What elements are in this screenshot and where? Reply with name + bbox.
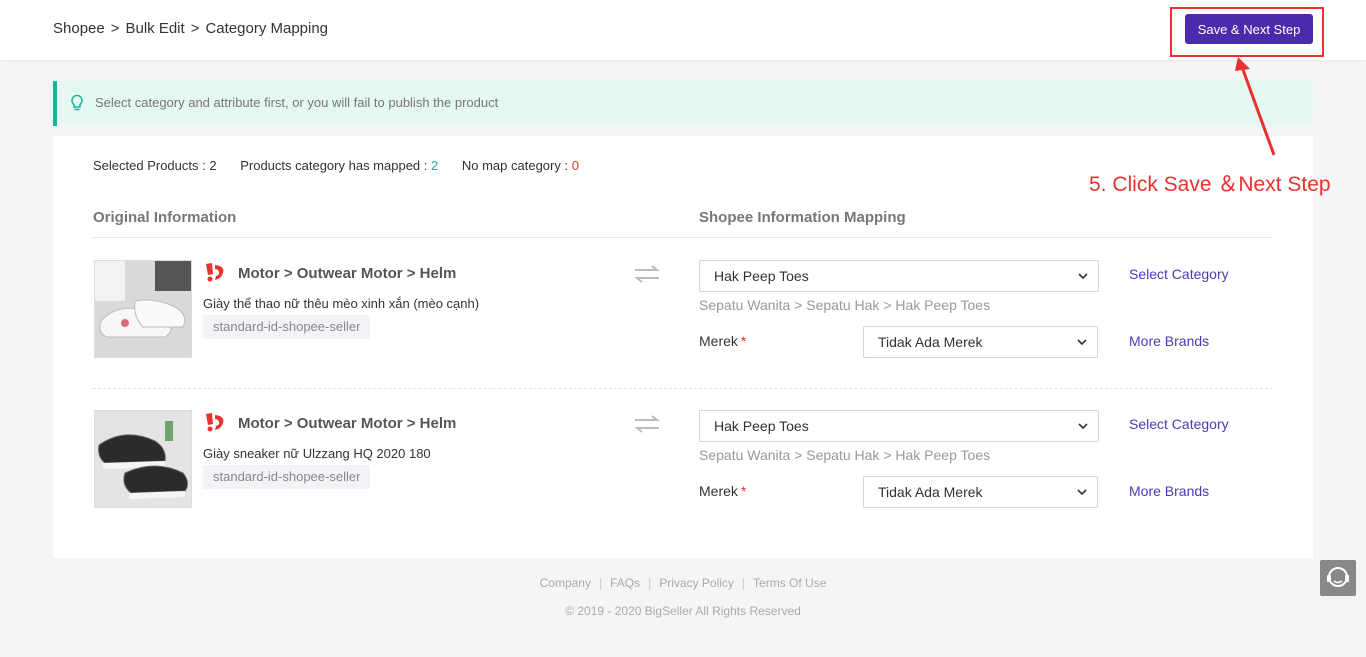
save-next-step-button[interactable]: Save & Next Step	[1185, 14, 1313, 44]
row-divider	[93, 388, 1273, 389]
breadcrumb: Shopee > Bulk Edit > Category Mapping	[53, 20, 334, 37]
top-bar: Shopee > Bulk Edit > Category Mapping	[0, 0, 1366, 60]
breadcrumb-item-bulk-edit[interactable]: Bulk Edit	[125, 20, 184, 37]
copyright-text: © 2019 - 2020 BigSeller All Rights Reser…	[565, 604, 801, 618]
select-category-link[interactable]: Select Category	[1129, 266, 1229, 282]
customer-service-icon	[1327, 567, 1349, 587]
shopee-category-path: Sepatu Wanita > Sepatu Hak > Hak Peep To…	[699, 447, 991, 463]
product-name: Giày thể thao nữ thêu mèo xinh xắn (mèo …	[203, 296, 480, 311]
breadcrumb-separator: >	[110, 20, 120, 37]
original-information-heading: Original Information	[93, 209, 237, 226]
notice-text: Select category and attribute first, or …	[95, 95, 499, 110]
swap-arrows-icon	[634, 415, 660, 433]
original-category-path: Motor > Outwear Motor > Helm	[238, 415, 457, 432]
merek-label: Merek *	[699, 483, 747, 499]
shopee-category-value: Hak Peep Toes	[714, 268, 809, 284]
merek-label: Merek *	[699, 333, 747, 349]
sku-tag: standard-id-shopee-seller	[203, 465, 371, 489]
more-brands-link[interactable]: More Brands	[1129, 333, 1209, 349]
footer-links: Company | FAQs | Privacy Policy | Terms Of Use	[0, 576, 1366, 590]
lightbulb-icon	[71, 94, 83, 111]
mapped-count: Products category has mapped : 2	[240, 158, 439, 173]
shopee-category-select[interactable]: Hak Peep Toes	[699, 260, 1099, 292]
footer-link-privacy[interactable]: Privacy Policy	[659, 576, 734, 590]
brand-select[interactable]: Tidak Ada Merek	[863, 476, 1098, 508]
shoe-image-icon	[95, 261, 191, 357]
original-category-path: Motor > Outwear Motor > Helm	[238, 265, 457, 282]
shopee-mapping-heading: Shopee Information Mapping	[699, 209, 906, 226]
product-thumbnail	[94, 260, 192, 358]
shopee-logo-icon	[206, 263, 224, 282]
chevron-down-icon	[1077, 339, 1087, 346]
shopee-logo-icon	[206, 413, 224, 432]
annotation-arrow-icon	[1235, 57, 1276, 156]
footer-separator: |	[741, 576, 746, 590]
brand-value: Tidak Ada Merek	[878, 484, 983, 500]
shopee-category-path: Sepatu Wanita > Sepatu Hak > Hak Peep To…	[699, 297, 991, 313]
header-divider	[93, 237, 1273, 238]
footer-separator: |	[598, 576, 603, 590]
footer-link-faqs[interactable]: FAQs	[610, 576, 640, 590]
shopee-category-select[interactable]: Hak Peep Toes	[699, 410, 1099, 442]
shopee-category-value: Hak Peep Toes	[714, 418, 809, 434]
breadcrumb-separator: >	[190, 20, 200, 37]
chevron-down-icon	[1078, 423, 1088, 430]
product-name: Giày sneaker nữ Ulzzang HQ 2020 180	[203, 446, 431, 461]
footer-link-terms[interactable]: Terms Of Use	[753, 576, 826, 590]
no-map-count: No map category : 0	[461, 158, 579, 173]
more-brands-link[interactable]: More Brands	[1129, 483, 1209, 499]
footer-link-company[interactable]: Company	[540, 576, 591, 590]
mapping-card: Selected Products : 2 Products category …	[53, 136, 1313, 558]
chevron-down-icon	[1077, 489, 1087, 496]
customer-service-button[interactable]	[1320, 560, 1356, 596]
swap-arrows-icon	[634, 265, 660, 283]
annotation-text: 5. Click Save ＆Next Step	[1089, 173, 1331, 196]
footer-separator: |	[648, 576, 652, 590]
chevron-down-icon	[1078, 273, 1088, 280]
shoe-image-icon	[95, 411, 191, 507]
breadcrumb-item-shopee[interactable]: Shopee	[53, 20, 105, 37]
summary-bar: Selected Products : 2 Products category …	[93, 158, 599, 173]
brand-value: Tidak Ada Merek	[878, 334, 983, 350]
selected-products-count: Selected Products : 2	[93, 158, 217, 173]
brand-select[interactable]: Tidak Ada Merek	[863, 326, 1098, 358]
product-thumbnail	[94, 410, 192, 508]
sku-tag: standard-id-shopee-seller	[203, 315, 371, 339]
notice-banner: Select category and attribute first, or …	[53, 81, 1313, 126]
select-category-link[interactable]: Select Category	[1129, 416, 1229, 432]
breadcrumb-item-category-mapping: Category Mapping	[205, 20, 329, 37]
